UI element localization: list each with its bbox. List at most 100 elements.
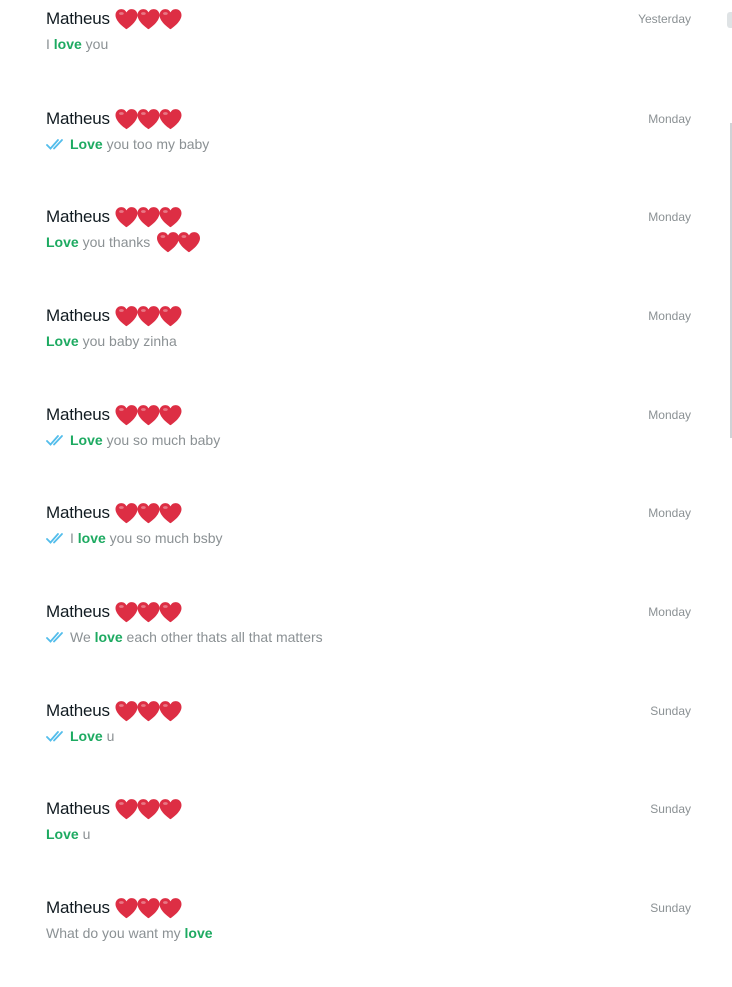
contact-name: Matheus — [46, 898, 110, 917]
contact-name-line: Matheus — [46, 897, 182, 919]
double-check-icon — [46, 138, 68, 150]
message-preview: Love u — [46, 726, 114, 746]
contact-name: Matheus — [46, 306, 110, 325]
search-match-highlight: love — [184, 925, 213, 941]
panel-edge-handle — [727, 12, 732, 28]
message-preview: Love you thanks — [46, 231, 201, 253]
heart-icon — [157, 206, 184, 228]
heart-icon — [157, 700, 184, 722]
double-check-icon — [46, 730, 68, 742]
contact-name-line: Matheus — [46, 8, 182, 30]
contact-name-line: Matheus — [46, 404, 182, 426]
message-timestamp: Monday — [648, 210, 691, 224]
name-hearts — [113, 8, 182, 30]
message-timestamp: Yesterday — [638, 12, 691, 26]
contact-name: Matheus — [46, 207, 110, 226]
preview-text-after: each other thats all that matters — [122, 629, 323, 645]
message-preview: Love u — [46, 824, 90, 844]
name-hearts — [113, 502, 182, 524]
search-match-highlight: Love — [70, 728, 103, 744]
preview-text-before: I — [46, 36, 54, 52]
search-result-item[interactable]: Matheus Sunday What do you want my love — [0, 897, 712, 987]
message-timestamp: Sunday — [650, 802, 691, 816]
double-check-icon — [46, 434, 68, 446]
contact-name: Matheus — [46, 701, 110, 720]
contact-name-line: Matheus — [46, 108, 182, 130]
trailing-hearts — [154, 231, 201, 253]
name-hearts — [113, 700, 182, 722]
search-result-item[interactable]: Matheus Monday Love you thanks — [0, 206, 712, 296]
double-check-icon — [46, 532, 68, 544]
message-preview: We love each other thats all that matter… — [46, 627, 323, 647]
message-preview: Love you so much baby — [46, 430, 220, 450]
preview-text-after: u — [78, 826, 91, 842]
name-hearts — [113, 108, 182, 130]
search-result-item[interactable]: Matheus Monday I love you so much bsby — [0, 502, 712, 592]
message-timestamp: Monday — [648, 605, 691, 619]
message-preview: I love you so much bsby — [46, 528, 223, 548]
contact-name-line: Matheus — [46, 305, 182, 327]
message-timestamp: Sunday — [650, 704, 691, 718]
contact-name-line: Matheus — [46, 206, 182, 228]
search-result-item[interactable]: Matheus Yesterday I love you — [0, 8, 712, 98]
name-hearts — [113, 897, 182, 919]
message-timestamp: Sunday — [650, 901, 691, 915]
contact-name-line: Matheus — [46, 700, 182, 722]
message-timestamp: Monday — [648, 309, 691, 323]
heart-icon — [157, 8, 184, 30]
preview-text-after: you baby zinha — [78, 333, 177, 349]
heart-icon — [157, 798, 184, 820]
name-hearts — [113, 601, 182, 623]
message-preview: What do you want my love — [46, 923, 213, 943]
contact-name: Matheus — [46, 109, 110, 128]
contact-name-line: Matheus — [46, 798, 182, 820]
heart-icon — [157, 502, 184, 524]
search-result-item[interactable]: Matheus Sunday Love u — [0, 700, 712, 790]
contact-name: Matheus — [46, 405, 110, 424]
heart-icon — [157, 108, 184, 130]
heart-icon — [157, 305, 184, 327]
name-hearts — [113, 206, 182, 228]
search-result-item[interactable]: Matheus Monday Love you too my baby — [0, 108, 712, 198]
preview-text-after: you so much baby — [102, 432, 221, 448]
message-preview: I love you — [46, 34, 108, 54]
message-preview: Love you baby zinha — [46, 331, 177, 351]
search-match-highlight: love — [53, 36, 82, 52]
message-timestamp: Monday — [648, 408, 691, 422]
contact-name: Matheus — [46, 799, 110, 818]
search-match-highlight: Love — [46, 234, 79, 250]
preview-text-after: you too my baby — [102, 136, 210, 152]
preview-text-before: I — [70, 530, 78, 546]
search-match-highlight: Love — [70, 136, 103, 152]
search-match-highlight: Love — [70, 432, 103, 448]
search-match-highlight: Love — [46, 826, 79, 842]
heart-icon — [157, 404, 184, 426]
preview-text-after: you so much bsby — [105, 530, 223, 546]
message-timestamp: Monday — [648, 506, 691, 520]
heart-icon — [157, 897, 184, 919]
contact-name: Matheus — [46, 9, 110, 28]
search-result-item[interactable]: Matheus Monday Love you baby zinha — [0, 305, 712, 395]
preview-text-before: What do you want my — [46, 925, 185, 941]
heart-icon — [157, 601, 184, 623]
search-result-item[interactable]: Matheus Monday Love you so much baby — [0, 404, 712, 494]
heart-icon — [175, 231, 203, 253]
message-preview: Love you too my baby — [46, 134, 209, 154]
name-hearts — [113, 798, 182, 820]
name-hearts — [113, 305, 182, 327]
search-result-item[interactable]: Matheus Sunday Love u — [0, 798, 712, 888]
search-result-item[interactable]: Matheus Monday We love each other thats … — [0, 601, 712, 691]
double-check-icon — [46, 631, 68, 643]
preview-text-after: you — [81, 36, 109, 52]
search-match-highlight: Love — [46, 333, 79, 349]
contact-name-line: Matheus — [46, 601, 182, 623]
search-match-highlight: love — [77, 530, 106, 546]
contact-name: Matheus — [46, 602, 110, 621]
contact-name: Matheus — [46, 503, 110, 522]
preview-text-after: you thanks — [78, 234, 155, 250]
message-timestamp: Monday — [648, 112, 691, 126]
contact-name-line: Matheus — [46, 502, 182, 524]
search-match-highlight: love — [94, 629, 123, 645]
preview-text-after: u — [102, 728, 115, 744]
name-hearts — [113, 404, 182, 426]
